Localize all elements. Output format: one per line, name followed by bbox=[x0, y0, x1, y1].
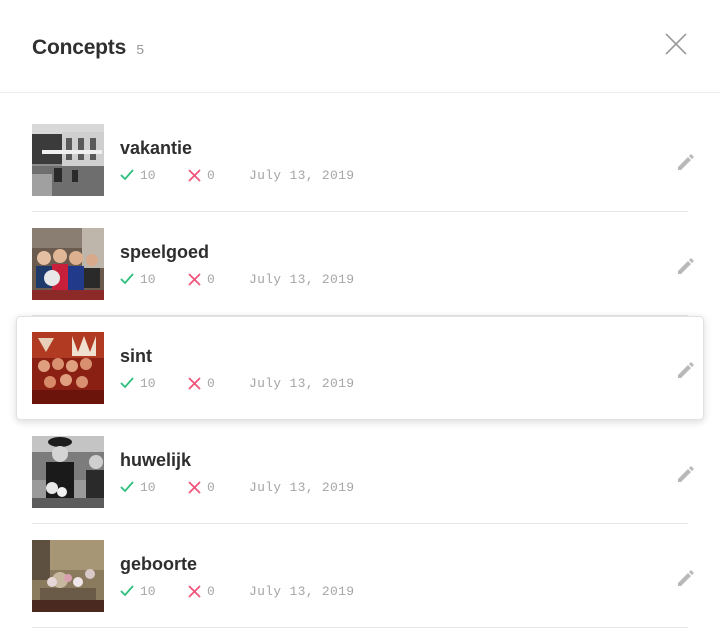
pencil-icon[interactable] bbox=[675, 255, 697, 277]
concept-count: 5 bbox=[136, 43, 145, 59]
concept-row[interactable]: vakantie 10 0 July 13, 2019 bbox=[32, 108, 694, 212]
pencil-icon[interactable] bbox=[675, 463, 697, 485]
negative-count: 0 bbox=[188, 478, 215, 496]
check-icon bbox=[120, 585, 134, 597]
pencil-icon[interactable] bbox=[675, 359, 697, 381]
concept-meta: 10 0 July 13, 2019 bbox=[120, 478, 420, 496]
negative-count: 0 bbox=[188, 270, 215, 288]
concept-name: vakantie bbox=[120, 138, 193, 158]
check-icon bbox=[120, 481, 134, 493]
concept-row[interactable]: geboorte 10 0 July 13, 2019 bbox=[32, 524, 694, 628]
concept-thumbnail bbox=[32, 332, 104, 404]
concept-name: speelgoed bbox=[120, 242, 210, 262]
close-icon[interactable] bbox=[660, 28, 692, 60]
concept-date: July 13, 2019 bbox=[249, 271, 355, 287]
cross-icon bbox=[188, 480, 201, 494]
pencil-icon[interactable] bbox=[675, 151, 697, 173]
negative-count: 0 bbox=[188, 582, 215, 600]
concept-name: geboorte bbox=[120, 554, 198, 574]
check-icon bbox=[120, 169, 134, 181]
negative-count: 0 bbox=[188, 166, 215, 184]
concept-thumbnail bbox=[32, 228, 104, 300]
concept-row[interactable]: huwelijk 10 0 July 13, 2019 bbox=[32, 420, 694, 524]
concept-name: sint bbox=[120, 346, 153, 366]
cross-icon bbox=[188, 584, 201, 598]
positive-count: 10 bbox=[120, 582, 156, 600]
concept-date: July 13, 2019 bbox=[249, 375, 355, 391]
concept-meta: 10 0 July 13, 2019 bbox=[120, 270, 420, 288]
concept-thumbnail bbox=[32, 124, 104, 196]
modal-header: Concepts 5 bbox=[0, 0, 720, 93]
concept-meta: 10 0 July 13, 2019 bbox=[120, 374, 420, 392]
pencil-icon[interactable] bbox=[675, 567, 697, 589]
concept-row[interactable]: speelgoed 10 0 July 13, 2019 bbox=[32, 212, 694, 316]
concept-name: huwelijk bbox=[120, 450, 192, 470]
positive-count: 10 bbox=[120, 166, 156, 184]
cross-icon bbox=[188, 168, 201, 182]
cross-icon bbox=[188, 272, 201, 286]
page-title: Concepts bbox=[32, 36, 127, 59]
concept-date: July 13, 2019 bbox=[249, 583, 355, 599]
check-icon bbox=[120, 273, 134, 285]
positive-count: 10 bbox=[120, 374, 156, 392]
concept-row-highlighted[interactable]: sint 10 0 July 13, 2019 bbox=[16, 316, 704, 420]
cross-icon bbox=[188, 376, 201, 390]
check-icon bbox=[120, 377, 134, 389]
concept-date: July 13, 2019 bbox=[249, 479, 355, 495]
concept-meta: 10 0 July 13, 2019 bbox=[120, 582, 420, 600]
negative-count: 0 bbox=[188, 374, 215, 392]
positive-count: 10 bbox=[120, 478, 156, 496]
concept-meta: 10 0 July 13, 2019 bbox=[120, 166, 420, 184]
concept-date: July 13, 2019 bbox=[249, 167, 355, 183]
concept-thumbnail bbox=[32, 540, 104, 612]
positive-count: 10 bbox=[120, 270, 156, 288]
concept-thumbnail bbox=[32, 436, 104, 508]
